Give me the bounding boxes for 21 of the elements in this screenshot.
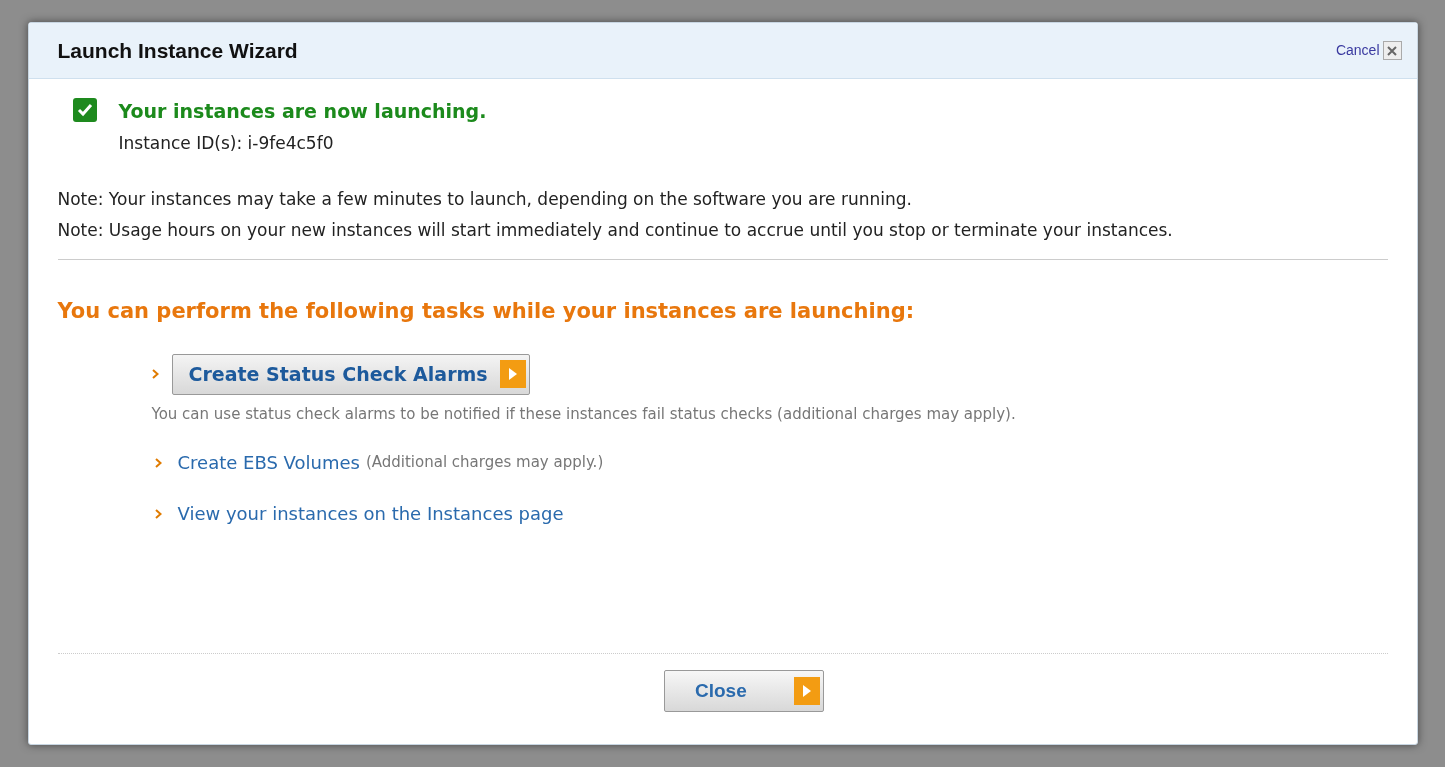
close-dialog-button[interactable]: Close [664, 670, 824, 712]
chevron-icon [151, 369, 159, 379]
tasks-heading: You can perform the following tasks while your instances are launching: [57, 298, 916, 325]
task-link[interactable]: Create EBS Volumes [177, 449, 360, 476]
chevron-icon [154, 508, 162, 519]
success-message: Your instances are now launching. [118, 99, 487, 124]
close-icon [1387, 45, 1397, 56]
checkmark-icon [72, 98, 97, 122]
task-link[interactable]: View your instances on the Instances page [177, 500, 564, 527]
note-text: Note: Your instances may take a few minutes to launch, depending on the software you are running. [57, 188, 913, 211]
close-button[interactable] [1382, 41, 1402, 60]
play-icon [499, 360, 526, 388]
note-text: Note: Usage hours on your new instances will start immediately and continue to accrue until you stop or terminate your instances. [57, 219, 1174, 242]
cancel-link[interactable]: Cancel [1335, 40, 1380, 61]
task-description: You can use status check alarms to be notified if these instances fail status checks (additional charges may apply). [151, 403, 1017, 425]
window-title: Launch Instance Wizard [57, 37, 298, 64]
create-alarms-button[interactable]: Create Status Check Alarms [171, 353, 530, 395]
charges-note: (Additional charges may apply.) [365, 452, 604, 474]
chevron-icon [154, 457, 162, 468]
play-icon [794, 677, 820, 705]
instance-ids: Instance ID(s): i-9fe4c5f0 [118, 131, 335, 155]
